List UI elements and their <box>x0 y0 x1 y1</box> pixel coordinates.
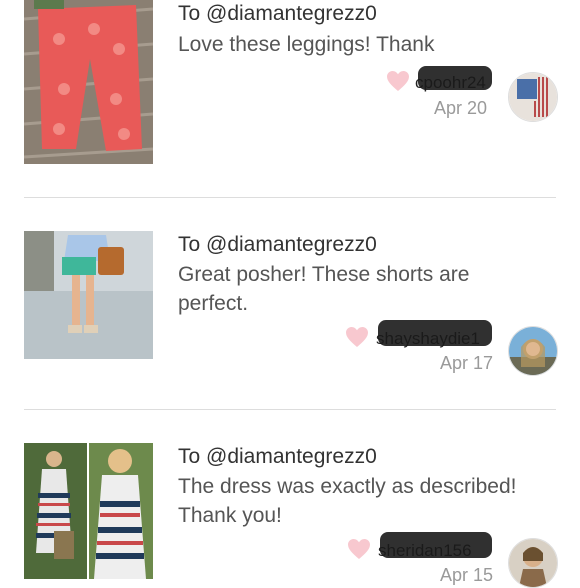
recipient-line: To @diamantegrezz0 <box>178 2 377 25</box>
comment-date: Apr 20 <box>434 98 488 118</box>
redaction-scribble <box>418 66 492 90</box>
listing-thumbnail-shorts[interactable] <box>24 231 153 359</box>
commenter-avatar[interactable] <box>508 538 558 588</box>
recipient-line: To @diamantegrezz0 <box>178 445 377 468</box>
commenter-avatar[interactable] <box>508 326 558 376</box>
comment-card: To @diamantegrezz0 Love these leggings! … <box>0 0 580 198</box>
redaction-scribble <box>380 532 492 558</box>
comment-card: To @diamantegrezz0 Great posher! These s… <box>0 198 580 410</box>
comment-card: To @diamantegrezz0 The dress was exactly… <box>0 410 580 588</box>
redaction-scribble <box>378 320 492 346</box>
heart-icon[interactable] <box>386 70 410 92</box>
heart-icon[interactable] <box>347 538 371 560</box>
comment-date: Apr 15 <box>440 565 494 585</box>
comment-text: Great posher! These shorts are perfect. <box>178 263 470 315</box>
listing-thumbnail-leggings[interactable] <box>24 0 153 164</box>
comment-date: Apr 17 <box>440 353 494 373</box>
listing-thumbnail-dress[interactable] <box>24 443 153 579</box>
recipient-line: To @diamantegrezz0 <box>178 233 377 256</box>
heart-icon[interactable] <box>345 326 369 348</box>
comment-text: Love these leggings! Thank <box>178 33 435 56</box>
comment-text: The dress was exactly as described! Than… <box>178 475 517 527</box>
commenter-avatar[interactable] <box>508 72 558 122</box>
